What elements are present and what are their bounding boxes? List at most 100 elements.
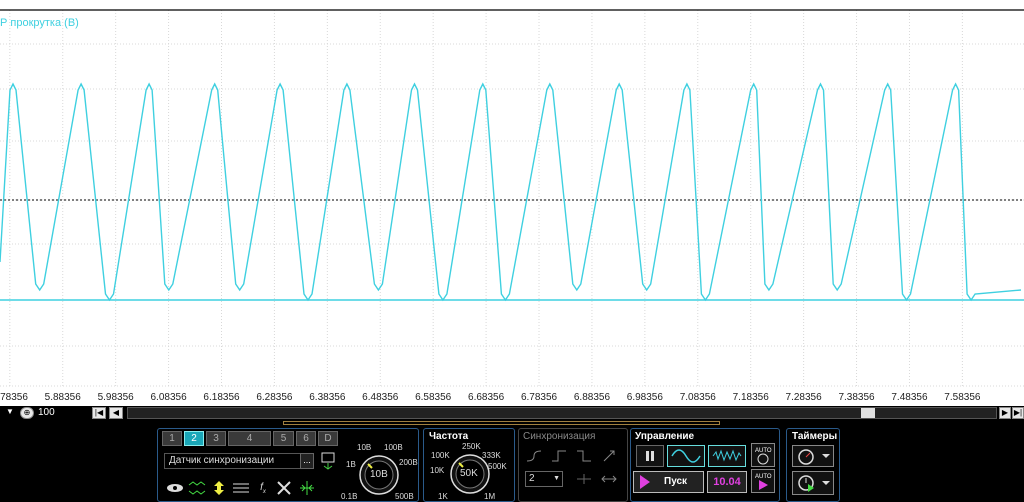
scrollbar-track[interactable] — [127, 407, 997, 419]
range-indicator[interactable] — [283, 421, 720, 425]
tab-channel-2[interactable]: 2 — [184, 431, 204, 446]
jump-end-icon[interactable]: ▶| — [1012, 407, 1024, 419]
x-tick-label: 7.48356 — [891, 392, 928, 403]
zoom-plus-icon[interactable]: ⊕ — [20, 407, 34, 419]
timers-group: Таймеры — [786, 428, 840, 502]
x-tick-label: 5.78356 — [0, 392, 28, 403]
x-tick-label: 7.08356 — [680, 392, 717, 403]
freq-label-100k: 100K — [431, 451, 450, 460]
control-title: Управление — [635, 431, 695, 442]
cursor-measure-icon[interactable] — [297, 479, 317, 497]
x-tick-label: 7.58356 — [944, 392, 981, 403]
x-tick-label: 6.58356 — [415, 392, 452, 403]
freq-label-250k: 250K — [462, 442, 481, 451]
control-panel: 123456D Датчик синхронизации ... fx 10В … — [0, 420, 1024, 502]
pause-button[interactable] — [636, 445, 664, 467]
sync-source-browse-button[interactable]: ... — [300, 453, 314, 469]
sync-channel-select[interactable]: 2 ▼ — [525, 471, 563, 487]
sync-arrows-icon[interactable] — [599, 470, 619, 488]
scroll-right-icon[interactable]: ▶ — [999, 407, 1011, 419]
tools-icon[interactable] — [274, 479, 294, 497]
sync-source-select[interactable]: Датчик синхронизации — [164, 453, 314, 469]
tab-channel-3[interactable]: 3 — [206, 431, 226, 446]
sync-level-icon[interactable] — [574, 470, 594, 488]
start-label: Пуск — [664, 476, 688, 487]
sync-manual-icon[interactable] — [599, 447, 619, 465]
x-tick-label: 6.18356 — [203, 392, 240, 403]
sync-title: Синхронизация — [523, 431, 596, 442]
sine-mode-button[interactable] — [667, 445, 705, 467]
sync-step-down-icon[interactable] — [574, 447, 594, 465]
grid-lines-icon[interactable] — [231, 479, 251, 497]
freq-label-500k: 500K — [488, 462, 507, 471]
volt-label-1v: 1В — [346, 460, 356, 469]
start-button[interactable]: Пуск — [633, 471, 704, 493]
sync-group: Синхронизация 2 ▼ — [518, 428, 628, 502]
frequency-group: Частота 50K 250K 100K 333K 10K 500K 1K 1… — [423, 428, 515, 502]
svg-text:AUTO: AUTO — [755, 474, 772, 480]
series-line-waveform — [0, 82, 1022, 302]
tab-channel-d[interactable]: D — [318, 431, 338, 446]
x-tick-label: 6.38356 — [309, 392, 346, 403]
sensor-settings-icon[interactable] — [318, 452, 338, 470]
zoom-dropdown-icon[interactable]: ▼ — [2, 407, 18, 419]
waveform-chart: 5.78356 5.88356 5.98356 6.08356 6.18356 6.283… — [0, 9, 1024, 403]
function-icon[interactable]: fx — [253, 479, 273, 497]
x-tick-label: 6.88356 — [574, 392, 611, 403]
tab-channel-6[interactable]: 6 — [296, 431, 316, 446]
x-tick-label: 6.28356 — [256, 392, 293, 403]
start-button-wrap: Пуск — [633, 471, 704, 493]
frequency-title: Частота — [429, 431, 469, 442]
noise-wave-icon — [712, 449, 742, 462]
x-tick-label: 7.18356 — [733, 392, 770, 403]
x-tick-label: 6.68356 — [468, 392, 505, 403]
tab-channel-5[interactable]: 5 — [273, 431, 294, 446]
auto-gauge-icon: AUTO — [755, 448, 772, 465]
wave-invert-icon[interactable] — [187, 479, 207, 497]
eye-icon[interactable] — [165, 479, 185, 497]
volt-label-200v: 200В — [399, 458, 418, 467]
freq-label-1m: 1M — [484, 492, 496, 501]
x-tick-label: 5.88356 — [45, 392, 82, 403]
timer-1-button[interactable] — [792, 445, 834, 467]
channel-label: Р прокрутка (В) — [0, 17, 79, 29]
tab-channel-4[interactable]: 4 — [228, 431, 271, 446]
zoom-value[interactable]: 100 — [38, 406, 55, 420]
play-icon — [640, 475, 650, 489]
freq-label-10k: 10K — [430, 466, 445, 475]
x-tick-label: 6.78356 — [521, 392, 558, 403]
x-tick-label: 5.98356 — [98, 392, 135, 403]
timers-title: Таймеры — [792, 431, 838, 442]
sine-wave-icon — [671, 449, 701, 463]
frequency-knob-value: 50K — [460, 468, 478, 479]
scrollbar-thumb[interactable] — [861, 408, 875, 418]
volt-label-500v: 500В — [395, 492, 414, 501]
control-group: Управление AUTO Пуск 10.04 AUTO — [630, 428, 780, 502]
auto-scale-button[interactable]: AUTO — [751, 443, 775, 467]
vertical-shift-icon[interactable] — [209, 479, 229, 497]
pause-icon — [646, 451, 654, 461]
timer-2-button[interactable] — [792, 471, 834, 495]
volt-label-100v: 100В — [384, 443, 403, 452]
auto-play-button[interactable]: AUTO — [751, 469, 775, 493]
sync-step-up-icon[interactable] — [549, 447, 569, 465]
auto-play-icon: AUTO — [755, 474, 772, 490]
noise-mode-button[interactable] — [708, 445, 746, 467]
freq-label-333k: 333K — [482, 451, 501, 460]
tab-channel-1[interactable]: 1 — [162, 431, 182, 446]
time-value[interactable]: 10.04 — [707, 471, 747, 493]
x-tick-label: 7.28356 — [786, 392, 823, 403]
x-tick-label: 6.98356 — [627, 392, 664, 403]
oscilloscope-plot[interactable]: 5.78356 5.88356 5.98356 6.08356 6.18356 6.283… — [0, 0, 1024, 407]
chevron-down-icon: ▼ — [553, 475, 560, 482]
stopwatch-icon — [798, 449, 830, 465]
jump-start-icon[interactable]: |◀ — [92, 407, 106, 419]
x-tick-label: 6.48356 — [362, 392, 399, 403]
freq-label-1k: 1K — [438, 492, 448, 501]
channel-group: 123456D Датчик синхронизации ... fx 10В … — [157, 428, 419, 502]
x-tick-label: 6.08356 — [151, 392, 188, 403]
scroll-left-icon[interactable]: ◀ — [109, 407, 123, 419]
clock-start-icon — [798, 475, 830, 492]
sync-rising-icon[interactable] — [524, 447, 544, 465]
sync-channel-value: 2 — [529, 473, 535, 484]
